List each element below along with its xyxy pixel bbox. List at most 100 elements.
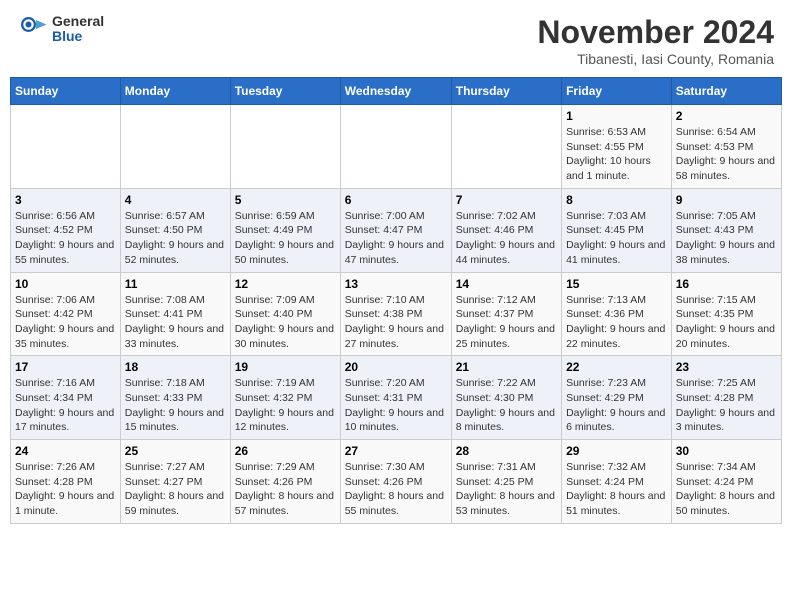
day-number: 15 — [566, 277, 667, 291]
day-number: 1 — [566, 109, 667, 123]
logo-text: General Blue — [52, 14, 104, 45]
location: Tibanesti, Iasi County, Romania — [537, 51, 774, 67]
day-number: 2 — [676, 109, 777, 123]
day-info: Sunrise: 7:05 AM Sunset: 4:43 PM Dayligh… — [676, 209, 777, 268]
day-info: Sunrise: 7:31 AM Sunset: 4:25 PM Dayligh… — [456, 460, 557, 519]
calendar-cell: 24Sunrise: 7:26 AM Sunset: 4:28 PM Dayli… — [11, 440, 121, 524]
day-number: 8 — [566, 193, 667, 207]
logo-blue: Blue — [52, 29, 104, 44]
calendar-cell: 13Sunrise: 7:10 AM Sunset: 4:38 PM Dayli… — [340, 272, 451, 356]
day-number: 27 — [345, 444, 447, 458]
calendar-cell: 6 Sunrise: 7:00 AM Sunset: 4:47 PM Daylig… — [340, 188, 451, 272]
calendar-cell: 21 Sunrise: 7:22 AM Sunset: 4:30 PM Dayli… — [451, 356, 561, 440]
calendar-cell: 12 Sunrise: 7:09 AM Sunset: 4:40 PM Dayli… — [230, 272, 340, 356]
day-info: Sunrise: 7:34 AM Sunset: 4:24 PM Dayligh… — [676, 460, 777, 519]
day-info: Sunrise: 7:15 AM Sunset: 4:35 PM Dayligh… — [676, 293, 777, 352]
day-number: 22 — [566, 360, 667, 374]
calendar-cell: 27 Sunrise: 7:30 AM Sunset: 4:26 PM Dayli… — [340, 440, 451, 524]
day-info: Sunrise: 7:32 AM Sunset: 4:24 PM Dayligh… — [566, 460, 667, 519]
day-info: Sunrise: 7:00 AM Sunset: 4:47 PM Dayligh… — [345, 209, 447, 268]
calendar-cell: 11 Sunrise: 7:08 AM Sunset: 4:41 PM Dayli… — [120, 272, 230, 356]
calendar-cell — [230, 105, 340, 189]
calendar-table: SundayMondayTuesdayWednesdayThursdayFrid… — [10, 77, 782, 524]
calendar-week-1: 1Sunrise: 6:53 AM Sunset: 4:55 PM Daylig… — [11, 105, 782, 189]
calendar-cell: 18 Sunrise: 7:18 AM Sunset: 4:33 PM Dayli… — [120, 356, 230, 440]
day-number: 17 — [15, 360, 116, 374]
day-info: Sunrise: 7:18 AM Sunset: 4:33 PM Dayligh… — [125, 376, 226, 435]
calendar-cell — [451, 105, 561, 189]
calendar-header: SundayMondayTuesdayWednesdayThursdayFrid… — [11, 78, 782, 105]
day-number: 19 — [235, 360, 336, 374]
calendar-body: 1Sunrise: 6:53 AM Sunset: 4:55 PM Daylig… — [11, 105, 782, 524]
title-area: November 2024 Tibanesti, Iasi County, Ro… — [537, 14, 774, 67]
calendar-cell: 30Sunrise: 7:34 AM Sunset: 4:24 PM Dayli… — [671, 440, 781, 524]
day-info: Sunrise: 7:06 AM Sunset: 4:42 PM Dayligh… — [15, 293, 116, 352]
header-row: SundayMondayTuesdayWednesdayThursdayFrid… — [11, 78, 782, 105]
day-number: 26 — [235, 444, 336, 458]
day-number: 11 — [125, 277, 226, 291]
day-info: Sunrise: 7:25 AM Sunset: 4:28 PM Dayligh… — [676, 376, 777, 435]
day-info: Sunrise: 7:03 AM Sunset: 4:45 PM Dayligh… — [566, 209, 667, 268]
day-info: Sunrise: 7:23 AM Sunset: 4:29 PM Dayligh… — [566, 376, 667, 435]
logo-icon — [18, 14, 48, 44]
calendar-cell: 5Sunrise: 6:59 AM Sunset: 4:49 PM Daylig… — [230, 188, 340, 272]
logo-general: General — [52, 14, 104, 29]
calendar-cell: 9 Sunrise: 7:05 AM Sunset: 4:43 PM Daylig… — [671, 188, 781, 272]
day-info: Sunrise: 6:57 AM Sunset: 4:50 PM Dayligh… — [125, 209, 226, 268]
day-info: Sunrise: 7:26 AM Sunset: 4:28 PM Dayligh… — [15, 460, 116, 519]
day-number: 10 — [15, 277, 116, 291]
day-header-monday: Monday — [120, 78, 230, 105]
day-info: Sunrise: 7:12 AM Sunset: 4:37 PM Dayligh… — [456, 293, 557, 352]
day-info: Sunrise: 7:27 AM Sunset: 4:27 PM Dayligh… — [125, 460, 226, 519]
day-number: 7 — [456, 193, 557, 207]
day-header-sunday: Sunday — [11, 78, 121, 105]
calendar-cell: 8 Sunrise: 7:03 AM Sunset: 4:45 PM Daylig… — [562, 188, 672, 272]
calendar-cell: 3 Sunrise: 6:56 AM Sunset: 4:52 PM Daylig… — [11, 188, 121, 272]
day-info: Sunrise: 7:08 AM Sunset: 4:41 PM Dayligh… — [125, 293, 226, 352]
day-info: Sunrise: 7:30 AM Sunset: 4:26 PM Dayligh… — [345, 460, 447, 519]
day-number: 6 — [345, 193, 447, 207]
day-header-friday: Friday — [562, 78, 672, 105]
calendar-cell: 2Sunrise: 6:54 AM Sunset: 4:53 PM Daylig… — [671, 105, 781, 189]
calendar-cell: 16 Sunrise: 7:15 AM Sunset: 4:35 PM Dayli… — [671, 272, 781, 356]
day-info: Sunrise: 7:29 AM Sunset: 4:26 PM Dayligh… — [235, 460, 336, 519]
calendar-week-5: 24Sunrise: 7:26 AM Sunset: 4:28 PM Dayli… — [11, 440, 782, 524]
day-info: Sunrise: 7:09 AM Sunset: 4:40 PM Dayligh… — [235, 293, 336, 352]
calendar-cell: 14 Sunrise: 7:12 AM Sunset: 4:37 PM Dayli… — [451, 272, 561, 356]
day-info: Sunrise: 7:22 AM Sunset: 4:30 PM Dayligh… — [456, 376, 557, 435]
calendar-week-2: 3 Sunrise: 6:56 AM Sunset: 4:52 PM Daylig… — [11, 188, 782, 272]
calendar-week-4: 17 Sunrise: 7:16 AM Sunset: 4:34 PM Dayli… — [11, 356, 782, 440]
day-info: Sunrise: 7:10 AM Sunset: 4:38 PM Dayligh… — [345, 293, 447, 352]
calendar-cell: 10 Sunrise: 7:06 AM Sunset: 4:42 PM Dayli… — [11, 272, 121, 356]
page-header: General Blue November 2024 Tibanesti, Ia… — [10, 10, 782, 71]
day-number: 23 — [676, 360, 777, 374]
calendar-cell: 23 Sunrise: 7:25 AM Sunset: 4:28 PM Dayli… — [671, 356, 781, 440]
calendar-cell: 15 Sunrise: 7:13 AM Sunset: 4:36 PM Dayli… — [562, 272, 672, 356]
calendar-cell: 17 Sunrise: 7:16 AM Sunset: 4:34 PM Dayli… — [11, 356, 121, 440]
day-header-tuesday: Tuesday — [230, 78, 340, 105]
calendar-cell — [340, 105, 451, 189]
day-info: Sunrise: 7:16 AM Sunset: 4:34 PM Dayligh… — [15, 376, 116, 435]
day-number: 28 — [456, 444, 557, 458]
day-number: 3 — [15, 193, 116, 207]
calendar-cell — [11, 105, 121, 189]
day-number: 9 — [676, 193, 777, 207]
logo: General Blue — [18, 14, 104, 45]
month-title: November 2024 — [537, 14, 774, 51]
day-info: Sunrise: 7:02 AM Sunset: 4:46 PM Dayligh… — [456, 209, 557, 268]
calendar-cell: 19Sunrise: 7:19 AM Sunset: 4:32 PM Dayli… — [230, 356, 340, 440]
day-info: Sunrise: 6:56 AM Sunset: 4:52 PM Dayligh… — [15, 209, 116, 268]
day-number: 18 — [125, 360, 226, 374]
day-number: 16 — [676, 277, 777, 291]
day-header-wednesday: Wednesday — [340, 78, 451, 105]
day-number: 12 — [235, 277, 336, 291]
day-info: Sunrise: 7:13 AM Sunset: 4:36 PM Dayligh… — [566, 293, 667, 352]
calendar-cell: 1Sunrise: 6:53 AM Sunset: 4:55 PM Daylig… — [562, 105, 672, 189]
day-header-thursday: Thursday — [451, 78, 561, 105]
day-number: 20 — [345, 360, 447, 374]
calendar-cell: 28 Sunrise: 7:31 AM Sunset: 4:25 PM Dayli… — [451, 440, 561, 524]
calendar-week-3: 10 Sunrise: 7:06 AM Sunset: 4:42 PM Dayli… — [11, 272, 782, 356]
day-header-saturday: Saturday — [671, 78, 781, 105]
day-number: 14 — [456, 277, 557, 291]
day-number: 21 — [456, 360, 557, 374]
